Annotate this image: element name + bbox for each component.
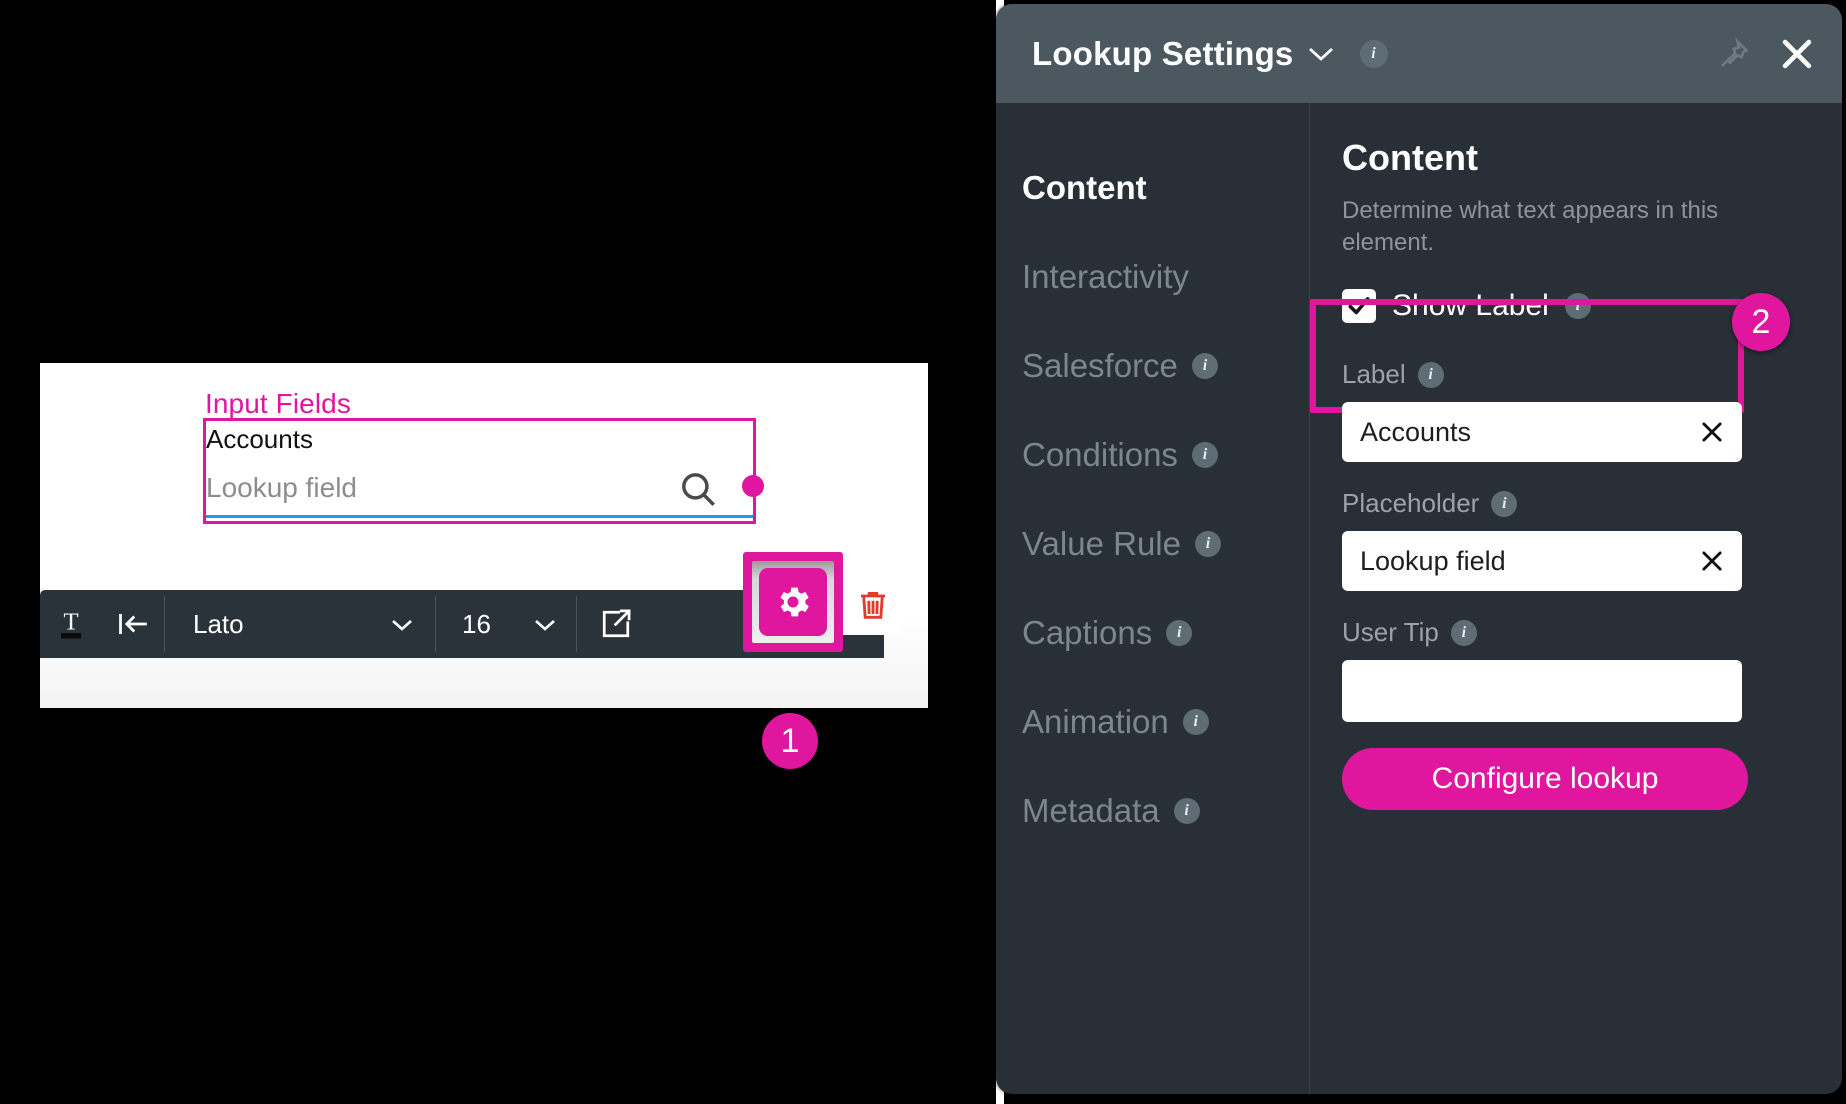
lookup-settings-panel: Lookup Settings i Content Interactivity … [996,4,1842,1094]
clear-icon[interactable] [1698,547,1726,575]
panel-title: Lookup Settings [1032,34,1294,72]
nav-item-label: Conditions [1022,435,1178,473]
font-family-value: Lato [193,608,244,639]
configure-lookup-button[interactable]: Configure lookup [1342,748,1748,810]
info-icon[interactable]: i [1191,352,1218,379]
svg-text:T: T [63,609,78,636]
step-badge-1: 1 [762,713,818,769]
input-fields-section-title: Input Fields [205,388,351,419]
settings-button-highlight [743,552,843,652]
field-group-user-tip: User Tip i [1342,617,1808,722]
open-external-icon[interactable] [577,590,655,658]
info-icon[interactable]: i [1359,39,1388,68]
info-icon[interactable]: i [1173,797,1200,824]
content-description: Determine what text appears in this elem… [1342,197,1719,256]
font-family-select[interactable]: Lato [165,590,435,658]
info-icon[interactable]: i [1417,361,1444,388]
panel-body: Content Interactivity Salesforce i Condi… [996,103,1842,1094]
close-icon[interactable] [1774,31,1820,77]
info-icon[interactable]: i [1191,441,1218,468]
nav-item-content[interactable]: Content [1022,143,1309,232]
nav-item-label: Captions [1022,613,1153,651]
nav-item-label: Animation [1022,702,1169,740]
user-tip-input[interactable] [1342,660,1742,722]
info-icon[interactable]: i [1564,293,1591,319]
chevron-down-icon [534,618,556,631]
font-size-value: 16 [462,608,491,639]
screen-root: Input Fields Accounts Lookup field T Lat… [0,0,1846,1104]
label-input[interactable]: Accounts [1342,402,1742,462]
info-icon[interactable]: i [1450,619,1477,646]
field-label-text: User Tip [1342,617,1439,647]
info-icon[interactable]: i [1182,708,1209,735]
show-label-checkbox[interactable] [1342,289,1376,323]
placeholder-input[interactable]: Lookup field [1342,531,1742,591]
panel-header: Lookup Settings i [996,4,1842,103]
nav-item-conditions[interactable]: Conditions i [1022,410,1309,499]
text-format-icon[interactable]: T [40,590,102,658]
step-badge-2: 2 [1732,293,1790,351]
nav-item-value-rule[interactable]: Value Rule i [1022,499,1309,588]
clear-icon[interactable] [1698,418,1726,446]
trash-icon[interactable] [843,575,903,635]
field-label-text: Label [1342,359,1406,389]
builder-canvas: Input Fields Accounts Lookup field T Lat… [0,0,995,1104]
field-group-placeholder: Placeholder i Lookup field [1342,488,1808,591]
nav-item-salesforce[interactable]: Salesforce i [1022,321,1309,410]
nav-item-label: Value Rule [1022,524,1181,562]
preview-field-underline [206,515,753,518]
search-icon [677,468,719,510]
content-heading: Content [1342,137,1478,178]
field-label-row: User Tip i [1342,617,1808,648]
resize-handle-dot[interactable] [742,475,764,497]
field-label-row: Label i [1342,359,1808,390]
indent-left-icon[interactable] [102,590,164,658]
nav-item-metadata[interactable]: Metadata i [1022,766,1309,855]
nav-item-animation[interactable]: Animation i [1022,677,1309,766]
field-group-label: Label i Accounts [1342,359,1808,462]
info-icon[interactable]: i [1195,530,1221,557]
preview-field-label: Accounts [206,424,313,454]
nav-item-captions[interactable]: Captions i [1022,588,1309,677]
nav-item-label: Content [1022,168,1147,206]
show-label-text: Show Label [1392,289,1549,322]
info-icon[interactable]: i [1491,490,1518,517]
settings-nav: Content Interactivity Salesforce i Condi… [996,103,1310,1094]
placeholder-input-value: Lookup field [1360,545,1506,576]
pin-icon[interactable] [1712,32,1756,76]
nav-item-label: Metadata [1022,791,1160,829]
info-icon[interactable]: i [1166,619,1193,646]
field-label-text: Placeholder [1342,488,1480,518]
font-size-select[interactable]: 16 [436,590,576,658]
content-settings: Content Determine what text appears in t… [1310,103,1842,1094]
settings-button-frame [752,561,834,643]
chevron-down-icon[interactable] [1308,46,1334,61]
label-input-value: Accounts [1360,416,1472,447]
chevron-down-icon [391,618,413,631]
field-label-row: Placeholder i [1342,488,1808,519]
nav-item-label: Interactivity [1022,257,1189,295]
nav-item-label: Salesforce [1022,346,1178,384]
nav-item-interactivity[interactable]: Interactivity [1022,232,1309,321]
gear-icon[interactable] [759,568,827,636]
preview-field-placeholder: Lookup field [206,472,358,503]
